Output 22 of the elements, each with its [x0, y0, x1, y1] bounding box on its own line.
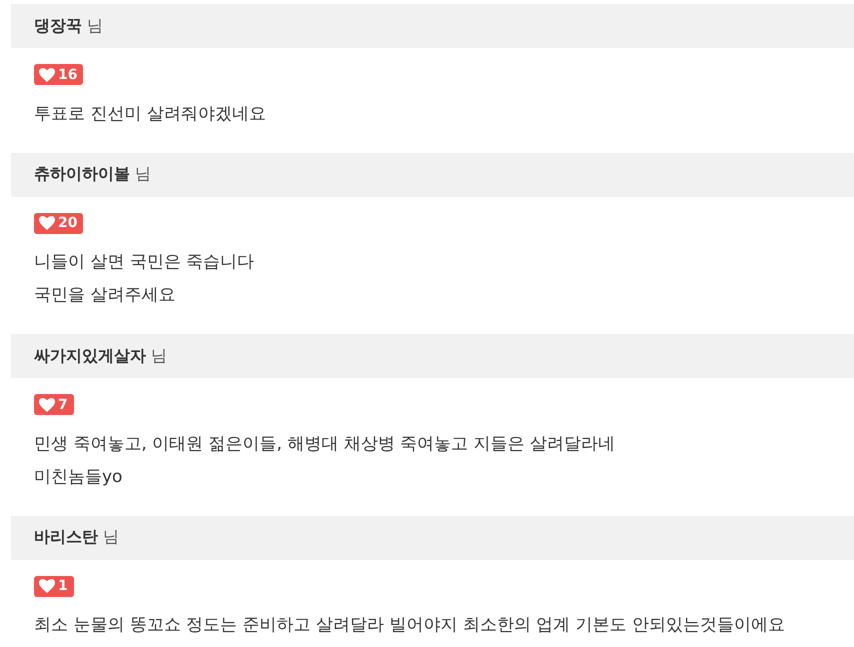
like-count-badge[interactable]: 16: [34, 64, 84, 85]
heart-icon: [39, 579, 55, 593]
comment-text: 국민을 살려주세요: [34, 284, 176, 307]
author-name: 싸가지있게살자: [34, 346, 146, 366]
author-suffix: 님: [87, 16, 103, 36]
author-suffix: 님: [135, 164, 151, 185]
comment-text: 투표로 진선미 살려줘야겠네요: [34, 102, 267, 126]
heart-icon: [39, 216, 55, 230]
author-suffix: 님: [151, 346, 167, 366]
comment-text: 니들이 살면 국민은 죽습니다: [34, 251, 256, 274]
author-suffix: 님: [103, 527, 119, 548]
like-count-badge[interactable]: 1: [34, 576, 74, 596]
author-name: 츄하이하이볼: [34, 164, 130, 185]
author-name: 바리스탄: [34, 527, 98, 548]
comment-text: 최소 눈물의 똥꼬쇼 정도는 준비하고 살려달라 빌어야지 최소한의 업계 기본도 안되있는것들이에요: [34, 614, 786, 637]
like-count-badge[interactable]: 7: [34, 394, 74, 415]
comment-text: 미친놈들yo: [34, 466, 124, 488]
heart-icon: [39, 398, 55, 412]
comment-text: 민생 죽여놓고, 이태원 젊은이들, 해병대 채상병 죽여놓고 지들은 살려달라네: [34, 432, 616, 456]
author-name: 댕장꾹: [34, 16, 82, 36]
like-count-badge[interactable]: 20: [34, 212, 84, 234]
heart-icon: [39, 68, 55, 82]
